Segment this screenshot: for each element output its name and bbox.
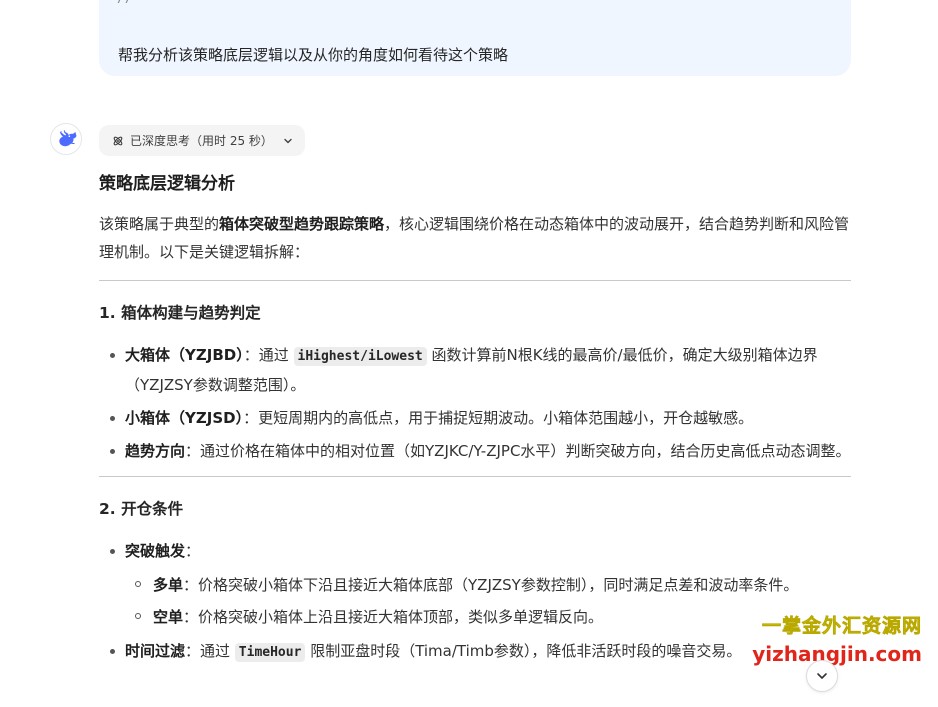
item-term: 大箱体（YZJBD） — [125, 346, 244, 364]
response-title: 策略底层逻辑分析 — [99, 174, 235, 194]
item-text: ：通过 — [243, 346, 294, 364]
divider — [99, 280, 851, 281]
section-list: 大箱体（YZJBD）：通过 iHighest/iLowest 函数计算前N根K线… — [99, 341, 851, 466]
atom-icon — [113, 136, 123, 145]
item-text: ：通过价格在箱体中的相对位置（如YZJKC/Y-ZJPC水平）判断突破方向，结合… — [185, 442, 851, 460]
item-term: 多单 — [153, 576, 184, 594]
item-term: 时间过滤 — [125, 642, 186, 660]
sub-list-item: 空单：价格突破小箱体上沿且接近大箱体顶部，类似多单逻辑反向。 — [125, 601, 851, 633]
code-comment-line: //--------------------------- ----------… — [117, 0, 696, 6]
section-list: 突破触发： 多单：价格突破小箱体下沿且接近大箱体底部（YZJZSY参数控制），同… — [99, 537, 851, 667]
chat-page: //--------------------------- ----------… — [0, 0, 938, 707]
sub-list: 多单：价格突破小箱体下沿且接近大箱体底部（YZJZSY参数控制），同时满足点差和… — [125, 569, 851, 633]
divider — [99, 476, 851, 477]
chevron-down-icon — [817, 673, 827, 679]
list-item: 小箱体（YZJSD）：更短周期内的高低点，用于捕捉短期波动。小箱体范围越小，开仓… — [99, 404, 851, 433]
deep-thinking-toggle[interactable]: 已深度思考（用时 25 秒） — [99, 125, 305, 156]
intro-prefix: 该策略属于典型的 — [99, 215, 220, 233]
list-item: 大箱体（YZJBD）：通过 iHighest/iLowest 函数计算前N根K线… — [99, 341, 851, 400]
list-item: 时间过滤：通过 TimeHour 限制亚盘时段（Tima/Timb参数），降低非… — [99, 637, 851, 667]
user-message-bubble: //--------------------------- ----------… — [99, 0, 851, 76]
item-text: 限制亚盘时段（Tima/Timb参数），降低非活跃时段的噪音交易。 — [305, 642, 742, 660]
section-heading: 1. 箱体构建与趋势判定 — [99, 304, 261, 322]
inline-code: iHighest/iLowest — [293, 347, 427, 366]
item-text: ：价格突破小箱体上沿且接近大箱体顶部，类似多单逻辑反向。 — [183, 608, 604, 626]
sub-list-item: 多单：价格突破小箱体下沿且接近大箱体底部（YZJZSY参数控制），同时满足点差和… — [125, 569, 851, 601]
scroll-to-bottom-button[interactable] — [806, 660, 838, 692]
thinking-label: 已深度思考（用时 25 秒） — [130, 134, 273, 148]
list-item: 趋势方向：通过价格在箱体中的相对位置（如YZJKC/Y-ZJPC水平）判断突破方… — [99, 437, 851, 466]
assistant-avatar — [50, 123, 82, 155]
whale-logo-icon — [59, 130, 77, 147]
user-message-text: 帮我分析该策略底层逻辑以及从你的角度如何看待这个策略 — [118, 46, 509, 64]
item-term: 空单 — [153, 608, 184, 626]
assistant-response: 策略底层逻辑分析 该策略属于典型的箱体突破型趋势跟踪策略，核心逻辑围绕价格在动态… — [99, 168, 851, 671]
item-text: ：通过 — [185, 642, 235, 660]
chevron-down-icon — [284, 138, 292, 143]
item-term: 趋势方向 — [125, 442, 186, 460]
list-item: 突破触发： 多单：价格突破小箱体下沿且接近大箱体底部（YZJZSY参数控制），同… — [99, 537, 851, 633]
response-intro: 该策略属于典型的箱体突破型趋势跟踪策略，核心逻辑围绕价格在动态箱体中的波动展开，… — [99, 210, 851, 266]
item-term: 突破触发 — [125, 542, 186, 560]
item-term: 小箱体（YZJSD） — [125, 409, 244, 427]
section-heading: 2. 开仓条件 — [99, 500, 184, 518]
inline-code: TimeHour — [234, 643, 306, 662]
item-text: ： — [185, 542, 201, 560]
item-text: ：价格突破小箱体下沿且接近大箱体底部（YZJZSY参数控制），同时满足点差和波动… — [183, 576, 799, 594]
item-text: ：更短周期内的高低点，用于捕捉短期波动。小箱体范围越小，开仓越敏感。 — [243, 409, 754, 427]
intro-bold: 箱体突破型趋势跟踪策略 — [219, 215, 385, 233]
